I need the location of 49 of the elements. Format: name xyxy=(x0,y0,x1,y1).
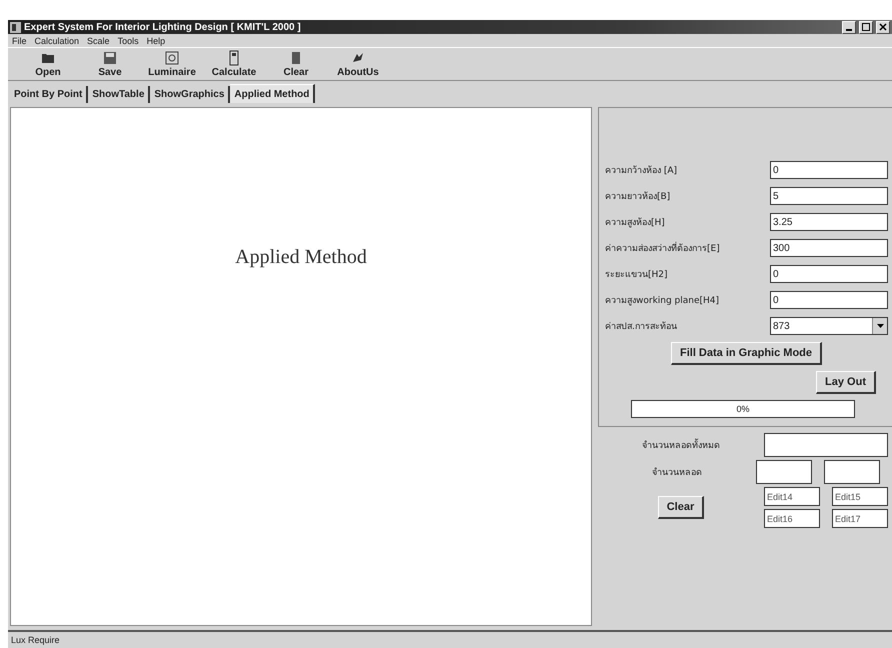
status-text: Lux Require xyxy=(11,635,60,645)
input-field[interactable] xyxy=(764,433,888,457)
input-field[interactable]: Edit14 xyxy=(764,487,820,506)
fill-graphic-button[interactable]: Fill Data in Graphic Mode xyxy=(670,342,822,365)
input-field[interactable] xyxy=(824,460,880,484)
lamp-count-label: จำนวนหลอด xyxy=(651,466,703,479)
close-button[interactable] xyxy=(876,20,890,34)
clear-button[interactable]: Clear xyxy=(658,496,704,519)
select-field[interactable]: 873 xyxy=(770,317,888,335)
field-label: ความกว้างห้อง [A] xyxy=(605,164,678,177)
input-field[interactable]: 0 xyxy=(770,265,888,283)
input-field[interactable]: 0 xyxy=(770,161,888,179)
menu-item[interactable]: Help xyxy=(146,36,166,46)
app-icon xyxy=(10,22,21,32)
toolbar-button[interactable]: Clear xyxy=(266,49,326,79)
field-label: ความยาวห้อง[B] xyxy=(605,190,670,203)
input-field[interactable]: 300 xyxy=(770,239,888,257)
minimize-button[interactable] xyxy=(842,20,856,34)
progress-text: 0% xyxy=(736,404,750,414)
field-label: ค่าสปส.การสะท้อน xyxy=(605,320,677,333)
dropdown-arrow-icon xyxy=(876,324,884,328)
toolbar-button[interactable]: Open xyxy=(18,49,78,79)
maximize-button[interactable] xyxy=(859,20,873,34)
menu-item[interactable]: Scale xyxy=(87,36,110,46)
toolbar-button[interactable]: Save xyxy=(80,49,140,79)
menu-item[interactable]: File xyxy=(12,36,27,46)
layout-button[interactable]: Lay Out xyxy=(816,371,876,394)
field-label: ค่าความส่องสว่างที่ต้องการ[E] xyxy=(605,241,720,255)
input-field[interactable]: 5 xyxy=(770,187,888,205)
field-label: ความสูงห้อง[H] xyxy=(605,216,665,229)
canvas-heading: Applied Method xyxy=(235,246,367,270)
maximize-icon xyxy=(862,23,870,31)
window-title: Expert System For Interior Lighting Design [ KMIT'L 2000 ] xyxy=(24,22,302,32)
input-field[interactable] xyxy=(756,460,812,484)
input-field[interactable]: Edit16 xyxy=(764,509,820,528)
menu-item[interactable]: Tools xyxy=(118,36,139,46)
field-label: ระยะแขวน[H2] xyxy=(605,269,668,281)
menu-item[interactable]: Calculation xyxy=(34,36,80,46)
field-label: ความสูงworking plane[H4] xyxy=(605,295,720,307)
total-lamps-label: จำนวนหลอดทั้งหมด xyxy=(598,438,764,452)
input-field[interactable]: Edit15 xyxy=(832,487,888,506)
toolbar-button[interactable]: AboutUs xyxy=(328,49,388,79)
toolbar-button[interactable]: Calculate xyxy=(204,49,264,79)
input-field[interactable]: 0 xyxy=(770,291,888,309)
toolbar-button[interactable]: Luminaire xyxy=(142,49,202,79)
input-field[interactable]: Edit17 xyxy=(832,509,888,528)
close-icon xyxy=(879,23,887,31)
input-field[interactable]: 3.25 xyxy=(770,213,888,231)
tab[interactable]: Applied Method xyxy=(230,84,316,103)
